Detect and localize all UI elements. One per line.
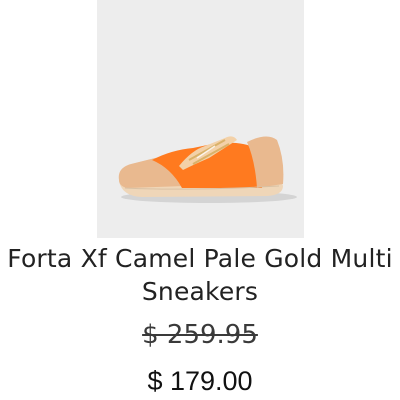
original-price: $ 259.95 [142,320,258,350]
product-image[interactable] [97,0,304,238]
sneaker-image [97,0,304,238]
product-card[interactable]: Forta Xf Camel Pale Gold Multi Sneakers … [0,0,400,400]
product-name[interactable]: Forta Xf Camel Pale Gold Multi Sneakers [0,242,400,308]
sale-price: $ 179.00 [147,366,253,396]
